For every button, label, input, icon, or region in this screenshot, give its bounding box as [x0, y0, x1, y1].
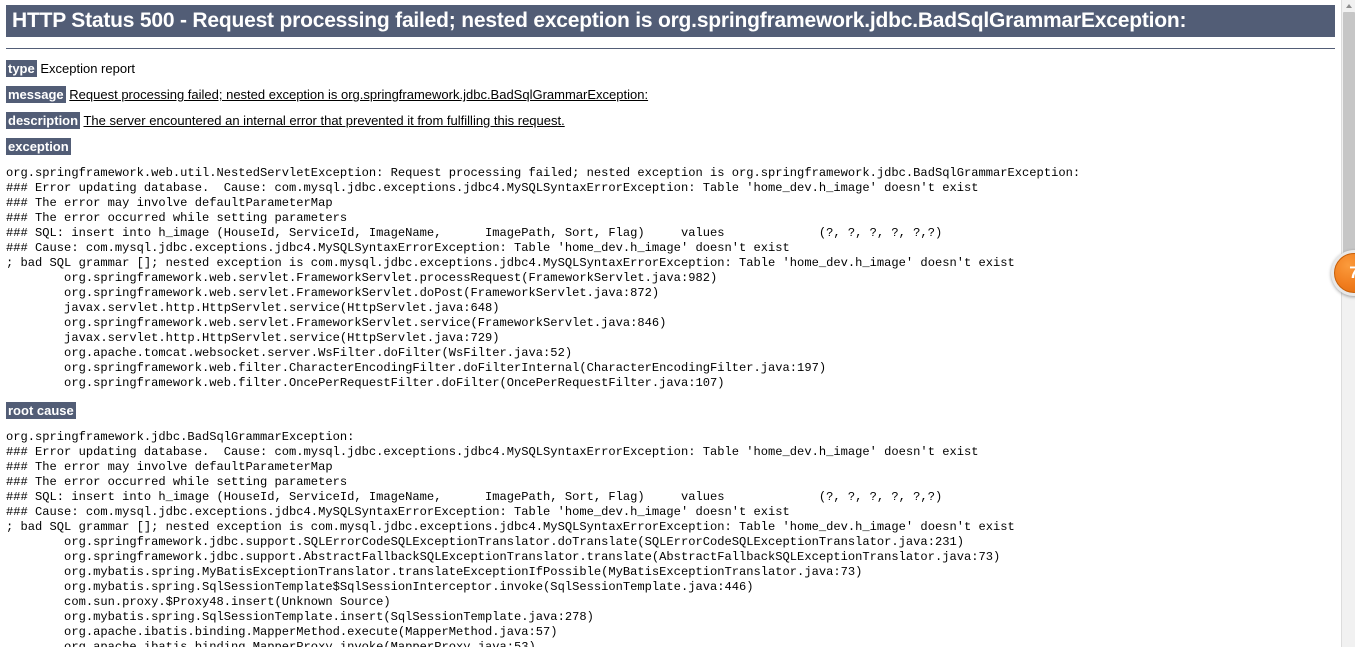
type-value: Exception report [40, 61, 136, 76]
exception-stacktrace: org.springframework.web.util.NestedServl… [6, 166, 1081, 390]
error-page-body: HTTP Status 500 - Request processing fai… [0, 5, 1341, 647]
section-heading-root-cause: root cause [6, 402, 1335, 419]
message-value: Request processing failed; nested except… [69, 87, 649, 102]
type-label: type [6, 60, 37, 77]
field-message: message Request processing failed; neste… [6, 86, 1335, 103]
scroll-up-arrow-icon[interactable] [1342, 0, 1355, 11]
field-type: type Exception report [6, 60, 1335, 77]
message-label: message [6, 86, 66, 103]
description-label: description [6, 112, 81, 129]
description-value: The server encountered an internal error… [83, 113, 565, 128]
error-page: HTTP Status 500 - Request processing fai… [0, 0, 1341, 647]
scrollbar-thumb[interactable] [1343, 12, 1355, 272]
field-description: description The server encountered an in… [6, 112, 1335, 129]
vertical-scrollbar[interactable] [1341, 0, 1355, 647]
floating-action-button-glyph: 7 [1334, 253, 1355, 293]
root-cause-label: root cause [6, 402, 76, 419]
root-cause-stacktrace: org.springframework.jdbc.BadSqlGrammarEx… [6, 430, 1015, 647]
page-title: HTTP Status 500 - Request processing fai… [6, 5, 1335, 37]
exception-label: exception [6, 138, 71, 155]
section-heading-exception: exception [6, 138, 1335, 155]
